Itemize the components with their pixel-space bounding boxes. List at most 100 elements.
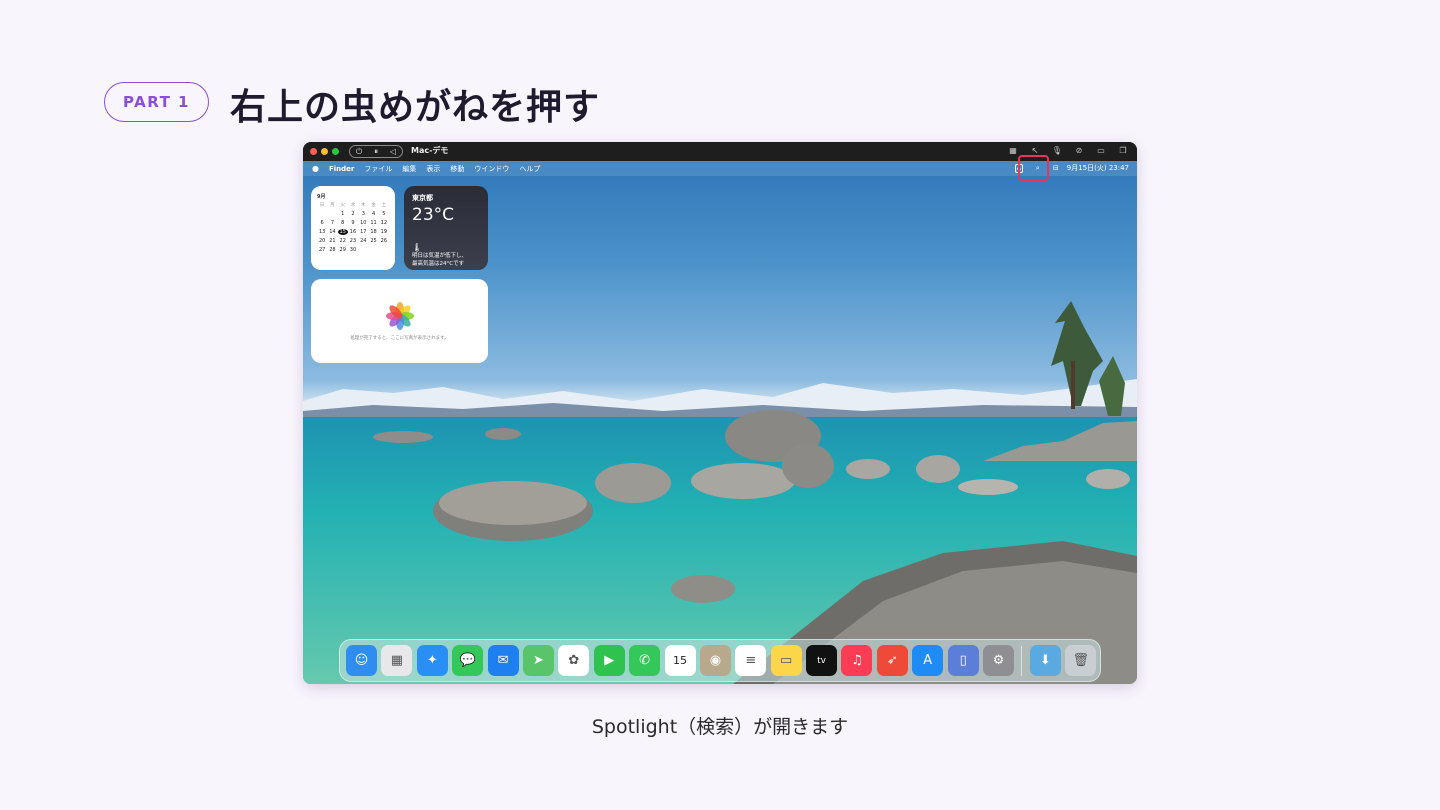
calendar-weekday: 土 [381,203,387,208]
vm-controls: ⏻ ⏸ ◁ [349,145,403,158]
weather-forecast: 🌡 明日は気温が低下し、 最高気温は24°Cです [412,244,467,268]
calendar-weekday: 水 [350,203,356,208]
mac-screen: ⏻ ⏸ ◁ Mac-デモ ▦ ↖ 🎙 ⊘ ▭ ❐ ● Finder ファイル 編… [303,142,1137,684]
calendar-day: 6 [320,220,324,226]
calendar-day: 22 [339,238,346,244]
weather-temperature: 23°C [412,205,455,225]
spotlight-highlight [1018,155,1049,181]
app-store-icon[interactable]: A [912,645,944,676]
calendar-day: 4 [371,211,376,217]
page-title: 右上の虫めがねを押す [230,87,601,128]
calendar-weekday: 日 [319,203,325,208]
calendar-day: 19 [380,229,388,235]
calendar-weekday: 木 [361,203,366,208]
mail-icon[interactable]: ✉ [487,645,519,676]
calendar-day: 13 [318,229,326,235]
launchpad-icon[interactable]: ▦ [381,645,413,676]
calendar-day [368,247,378,253]
menu-file[interactable]: ファイル [364,164,392,174]
dock-separator [1021,645,1023,676]
control-center-icon[interactable]: ⊟ [1053,164,1059,172]
calendar-day: 3 [361,211,365,217]
calendar-day: 15 [337,229,348,235]
menu-clock[interactable]: 9月15日(火) 23:47 [1067,163,1129,173]
calendar-day: 7 [330,220,335,226]
calendar-day: 25 [370,238,377,244]
calendar-day: 12 [380,220,388,226]
facetime-icon[interactable]: ▶ [593,645,625,676]
calendar-month: 9月 [317,194,326,200]
menu-edit[interactable]: 編集 [402,164,416,174]
calendar-widget[interactable]: 9月 日月火水木金土 1 2 3 4 5 6 7 8 9 10 11 12 13 14 15 16 17 18 19 2… [311,186,395,270]
calendar-day: 17 [360,229,367,235]
calendar-day: 30 [349,247,357,253]
mic-icon[interactable]: 🎙 [1051,145,1063,156]
calendar-day: 5 [382,211,386,217]
thermometer-icon: 🌡 [412,243,423,252]
preview-icon[interactable]: ▯ [947,645,979,676]
calendar-day: 8 [341,220,345,226]
menu-bar: ● Finder ファイル 編集 表示 移動 ウインドウ ヘルプ A ⌕ ⊟ 9… [303,155,1137,181]
settings-icon[interactable]: ⚙ [983,645,1015,676]
maps-icon[interactable]: ➤ [522,645,554,676]
menu-help[interactable]: ヘルプ [519,164,540,174]
title-bar: ⏻ ⏸ ◁ Mac-デモ ▦ ↖ 🎙 ⊘ ▭ ❐ [303,142,1137,161]
notes-icon[interactable]: ▭ [770,645,802,676]
calendar-day: 20 [318,238,326,244]
calendar-day: 26 [380,238,388,244]
calendar-grid: 日月火水木金土 1 2 3 4 5 6 7 8 9 10 11 12 13 14 15 16 17 18 19 20 21… [317,202,389,253]
calendar-day: 23 [349,238,357,244]
calendar-day: 1 [341,211,345,217]
finder-icon[interactable]: ☺ [346,645,377,676]
calendar-day [379,247,389,253]
contacts-icon[interactable]: ◉ [699,645,731,676]
phone-icon[interactable]: ✆ [629,645,661,676]
calendar-day [317,211,327,217]
folder-icon[interactable]: ⬇ [1029,645,1061,676]
calendar-weekday: 月 [330,203,335,208]
close-button[interactable] [310,148,317,155]
messages-icon[interactable]: 💬 [452,645,484,676]
photos-widget-message: 処理が完了すると、ここに写真が表示されます。 [350,335,449,341]
calendar-day: 10 [360,220,367,226]
calendar-icon[interactable]: 15 [664,645,696,676]
weather-city: 東京都 [412,194,433,202]
windows-icon[interactable]: ❐ [1117,145,1129,156]
calendar-day: 29 [339,247,346,253]
keyboard-icon[interactable]: ▦ [1007,145,1019,156]
calendar-day: 9 [351,220,355,226]
calendar-day: 14 [329,229,336,235]
power-icon[interactable]: ⏻ [356,147,362,157]
forecast-line-1: 明日は気温が低下し、 [412,253,468,259]
zoom-button[interactable] [332,148,339,155]
no-camera-icon[interactable]: ⊘ [1073,145,1085,156]
rocket-icon[interactable]: ➶ [876,645,908,676]
reminders-icon[interactable]: ≡ [735,645,767,676]
menu-view[interactable]: 表示 [426,164,440,174]
calendar-day [327,211,337,217]
menu-window[interactable]: ウインドウ [474,164,509,174]
trash-icon[interactable]: 🗑 [1065,645,1097,676]
pause-icon[interactable]: ⏸ [374,147,378,157]
photos-app-icon [385,301,414,330]
menu-go[interactable]: 移動 [450,164,464,174]
minimize-button[interactable] [321,148,328,155]
back-icon[interactable]: ◁ [390,147,396,156]
calendar-day: 11 [370,220,377,226]
photos-widget[interactable]: 処理が完了すると、ここに写真が表示されます。 [311,279,488,363]
folder-share-icon[interactable]: ▭ [1095,145,1107,156]
calendar-day: 2 [351,211,355,217]
tv-icon[interactable]: tv [806,645,838,676]
photos-icon[interactable]: ✿ [558,645,590,676]
calendar-day [358,247,368,253]
weather-widget[interactable]: 東京都 23°C 🌡 明日は気温が低下し、 最高気温は24°Cです [404,186,488,270]
safari-icon[interactable]: ✦ [416,645,448,676]
slide-caption: Spotlight（検索）が開きます [591,716,849,738]
menu-app-name[interactable]: Finder [329,165,354,173]
calendar-weekday: 金 [371,203,376,208]
calendar-day: 18 [370,229,377,235]
calendar-day: 21 [329,238,336,244]
apple-menu-icon[interactable]: ● [312,164,319,173]
music-icon[interactable]: ♫ [841,645,873,676]
calendar-day: 27 [318,247,326,253]
